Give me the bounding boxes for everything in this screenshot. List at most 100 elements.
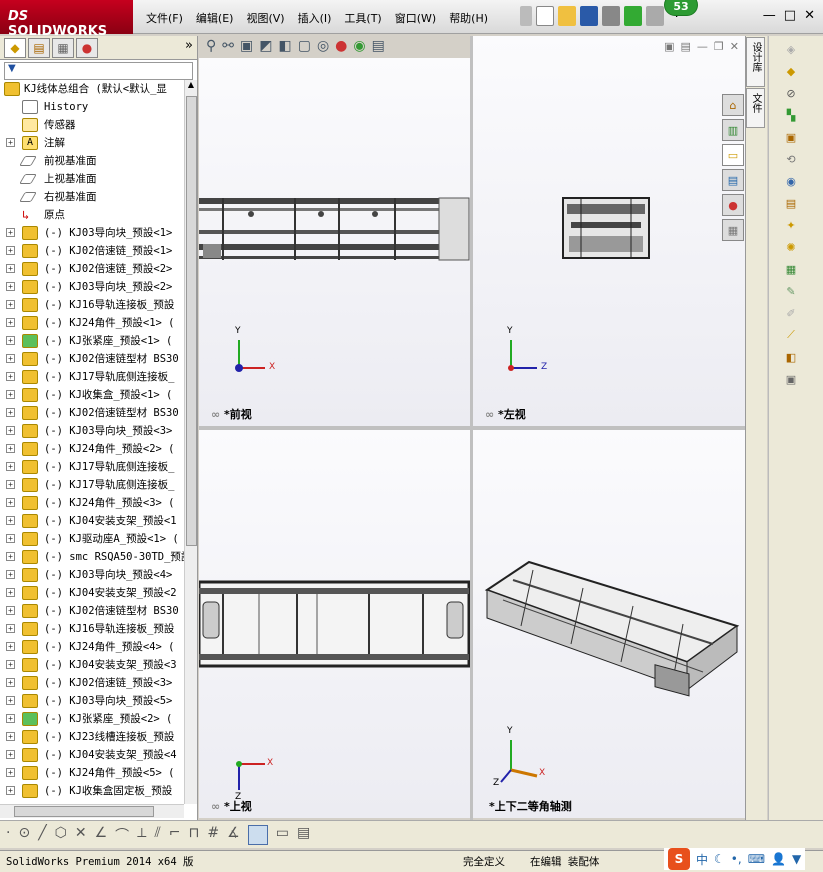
tree-item-component[interactable]: + (-) KJ04安装支架_预設<3: [0, 656, 184, 674]
expand-toggle[interactable]: +: [6, 300, 15, 309]
task-pane-tab-design-library[interactable]: 设计库: [746, 37, 765, 87]
smart-fasteners-icon[interactable]: ▣: [781, 128, 801, 146]
close-button[interactable]: ✕: [804, 8, 815, 23]
tree-item-component[interactable]: + (-) KJ03导向块_预設<5>: [0, 692, 184, 710]
tree-item-component[interactable]: + (-) KJ02倍速链_预設<2>: [0, 260, 184, 278]
expand-toggle[interactable]: +: [6, 480, 15, 489]
scroll-thumb[interactable]: [14, 806, 154, 817]
expand-toggle[interactable]: +: [6, 426, 15, 435]
expand-toggle[interactable]: +: [6, 570, 15, 579]
point-icon[interactable]: ·: [6, 825, 10, 844]
tree-item-front-plane[interactable]: 前视基准面: [0, 152, 184, 170]
tree-item-component[interactable]: + (-) KJ03导向块_预設<2>: [0, 278, 184, 296]
circle-icon[interactable]: ⊙: [18, 825, 30, 844]
expand-toggle[interactable]: +: [6, 624, 15, 633]
grid-icon[interactable]: #: [207, 825, 219, 844]
tree-item-component[interactable]: + (-) KJ23线槽连接板_预設: [0, 728, 184, 746]
expand-toggle[interactable]: +: [6, 714, 15, 723]
expand-toggle[interactable]: +: [6, 282, 15, 291]
mate-icon[interactable]: ⊘: [781, 84, 801, 102]
print-icon[interactable]: [602, 6, 620, 26]
expand-toggle[interactable]: +: [6, 552, 15, 561]
smart-dimension-icon[interactable]: ⟂: [137, 825, 146, 844]
line-icon[interactable]: ╱: [38, 825, 46, 844]
viewport-horizontal-splitter[interactable]: [199, 426, 745, 430]
scroll-up-arrow[interactable]: ▲: [185, 80, 197, 89]
tree-item-component[interactable]: + (-) KJ张紧座_预設<1> (: [0, 332, 184, 350]
tree-item-component[interactable]: + (-) smc RSQA50-30TD_预設: [0, 548, 184, 566]
zoom-area-icon[interactable]: ⚯: [222, 38, 234, 56]
tree-item-component[interactable]: + (-) KJ02倍速链型材 BS30: [0, 350, 184, 368]
expand-toggle[interactable]: +: [6, 372, 15, 381]
expand-toggle[interactable]: +: [6, 498, 15, 507]
expand-toggle[interactable]: +: [6, 390, 15, 399]
viewport-front[interactable]: Y X ∞ *前视: [199, 58, 470, 426]
tree-vertical-scrollbar[interactable]: ▲: [184, 80, 197, 804]
tree-item-component[interactable]: + (-) KJ收集盒_预設<1> (: [0, 386, 184, 404]
angle-icon[interactable]: ∠: [95, 825, 108, 844]
link-views-icon[interactable]: ▣: [664, 40, 674, 53]
expand-toggle[interactable]: +: [6, 768, 15, 777]
menu-view[interactable]: 视图(V): [246, 10, 284, 26]
new-part-icon[interactable]: ◆: [781, 62, 801, 80]
display-pane-icon[interactable]: ▤: [297, 825, 310, 844]
apply-scene-icon[interactable]: ◉: [353, 38, 365, 56]
expand-toggle[interactable]: +: [6, 264, 15, 273]
moon-icon[interactable]: ☾: [714, 852, 725, 866]
configuration-manager-tab[interactable]: ▦: [52, 38, 74, 58]
options-icon[interactable]: [646, 6, 664, 26]
tree-root[interactable]: KJ线体总组合 (默认<默认_显: [0, 80, 184, 98]
tree-item-top-plane[interactable]: 上视基准面: [0, 170, 184, 188]
appearances-icon[interactable]: ●: [722, 194, 744, 216]
shaded-display-icon[interactable]: [247, 825, 268, 845]
new-motion-study-icon[interactable]: ✺: [781, 238, 801, 256]
ime-language[interactable]: 中: [696, 851, 708, 868]
notification-badge[interactable]: 53: [664, 0, 698, 16]
tree-item-origin[interactable]: ↳ 原点: [0, 206, 184, 224]
explode-line-icon[interactable]: ✐: [781, 304, 801, 322]
tree-filter-input[interactable]: ▼: [4, 62, 193, 80]
viewport-left[interactable]: ▣ ▤ — ❐ ✕ Y Z ∞ *左视: [473, 36, 745, 426]
expand-toggle[interactable]: +: [6, 786, 15, 795]
expand-toggle[interactable]: +: [6, 318, 15, 327]
view-settings-icon[interactable]: ▤: [372, 38, 385, 56]
view-orientation-icon[interactable]: ◧: [278, 38, 291, 56]
viewport-minimize-icon[interactable]: —: [697, 40, 708, 53]
layout-icon[interactable]: ⊓: [188, 825, 199, 844]
linear-pattern-icon[interactable]: ▚: [781, 106, 801, 124]
angle-dimension-icon[interactable]: ∡: [227, 825, 240, 844]
insert-component-icon[interactable]: ◈: [781, 40, 801, 58]
expand-panel-icon[interactable]: »: [185, 38, 193, 57]
take-snapshot-icon[interactable]: ▣: [781, 370, 801, 388]
task-pane-tab-files[interactable]: 文件: [746, 88, 765, 128]
expand-toggle[interactable]: +: [6, 606, 15, 615]
previous-view-icon[interactable]: ▣: [240, 38, 253, 56]
display-style-icon[interactable]: ▢: [298, 38, 311, 56]
hide-show-icon[interactable]: ◎: [317, 38, 329, 56]
home-icon[interactable]: ⌂: [722, 94, 744, 116]
construction-icon[interactable]: ⫽: [155, 825, 161, 844]
expand-toggle[interactable]: +: [6, 660, 15, 669]
expand-toggle[interactable]: +: [6, 588, 15, 597]
menu-file[interactable]: 文件(F): [146, 10, 183, 26]
expand-toggle[interactable]: +: [6, 336, 15, 345]
menu-edit[interactable]: 编辑(E): [196, 10, 234, 26]
bill-of-materials-icon[interactable]: ▦: [781, 260, 801, 278]
pin-icon[interactable]: [520, 6, 532, 26]
menu-window[interactable]: 窗口(W): [395, 10, 436, 26]
tree-item-component[interactable]: + (-) KJ收集盒固定板_预設: [0, 782, 184, 800]
tree-item-component[interactable]: + (-) KJ03导向块_预設<4>: [0, 566, 184, 584]
expand-toggle[interactable]: +: [6, 138, 15, 147]
file-explorer-icon[interactable]: ▭: [722, 144, 744, 166]
move-component-icon[interactable]: ⟲: [781, 150, 801, 168]
sketch-tool-icon[interactable]: ⌒: [115, 825, 129, 844]
viewport-top[interactable]: X Z ∞ *上视: [199, 430, 470, 818]
feature-manager-tab[interactable]: ◆: [4, 38, 26, 58]
new-document-icon[interactable]: [536, 6, 554, 26]
tree-item-history[interactable]: History: [0, 98, 184, 116]
tree-item-component[interactable]: + (-) KJ02倍速链_预設<3>: [0, 674, 184, 692]
tree-item-component[interactable]: + (-) KJ24角件_预設<4> (: [0, 638, 184, 656]
tree-item-component[interactable]: + (-) KJ04安装支架_预設<2: [0, 584, 184, 602]
expand-toggle[interactable]: +: [6, 462, 15, 471]
menu-insert[interactable]: 插入(I): [298, 10, 332, 26]
